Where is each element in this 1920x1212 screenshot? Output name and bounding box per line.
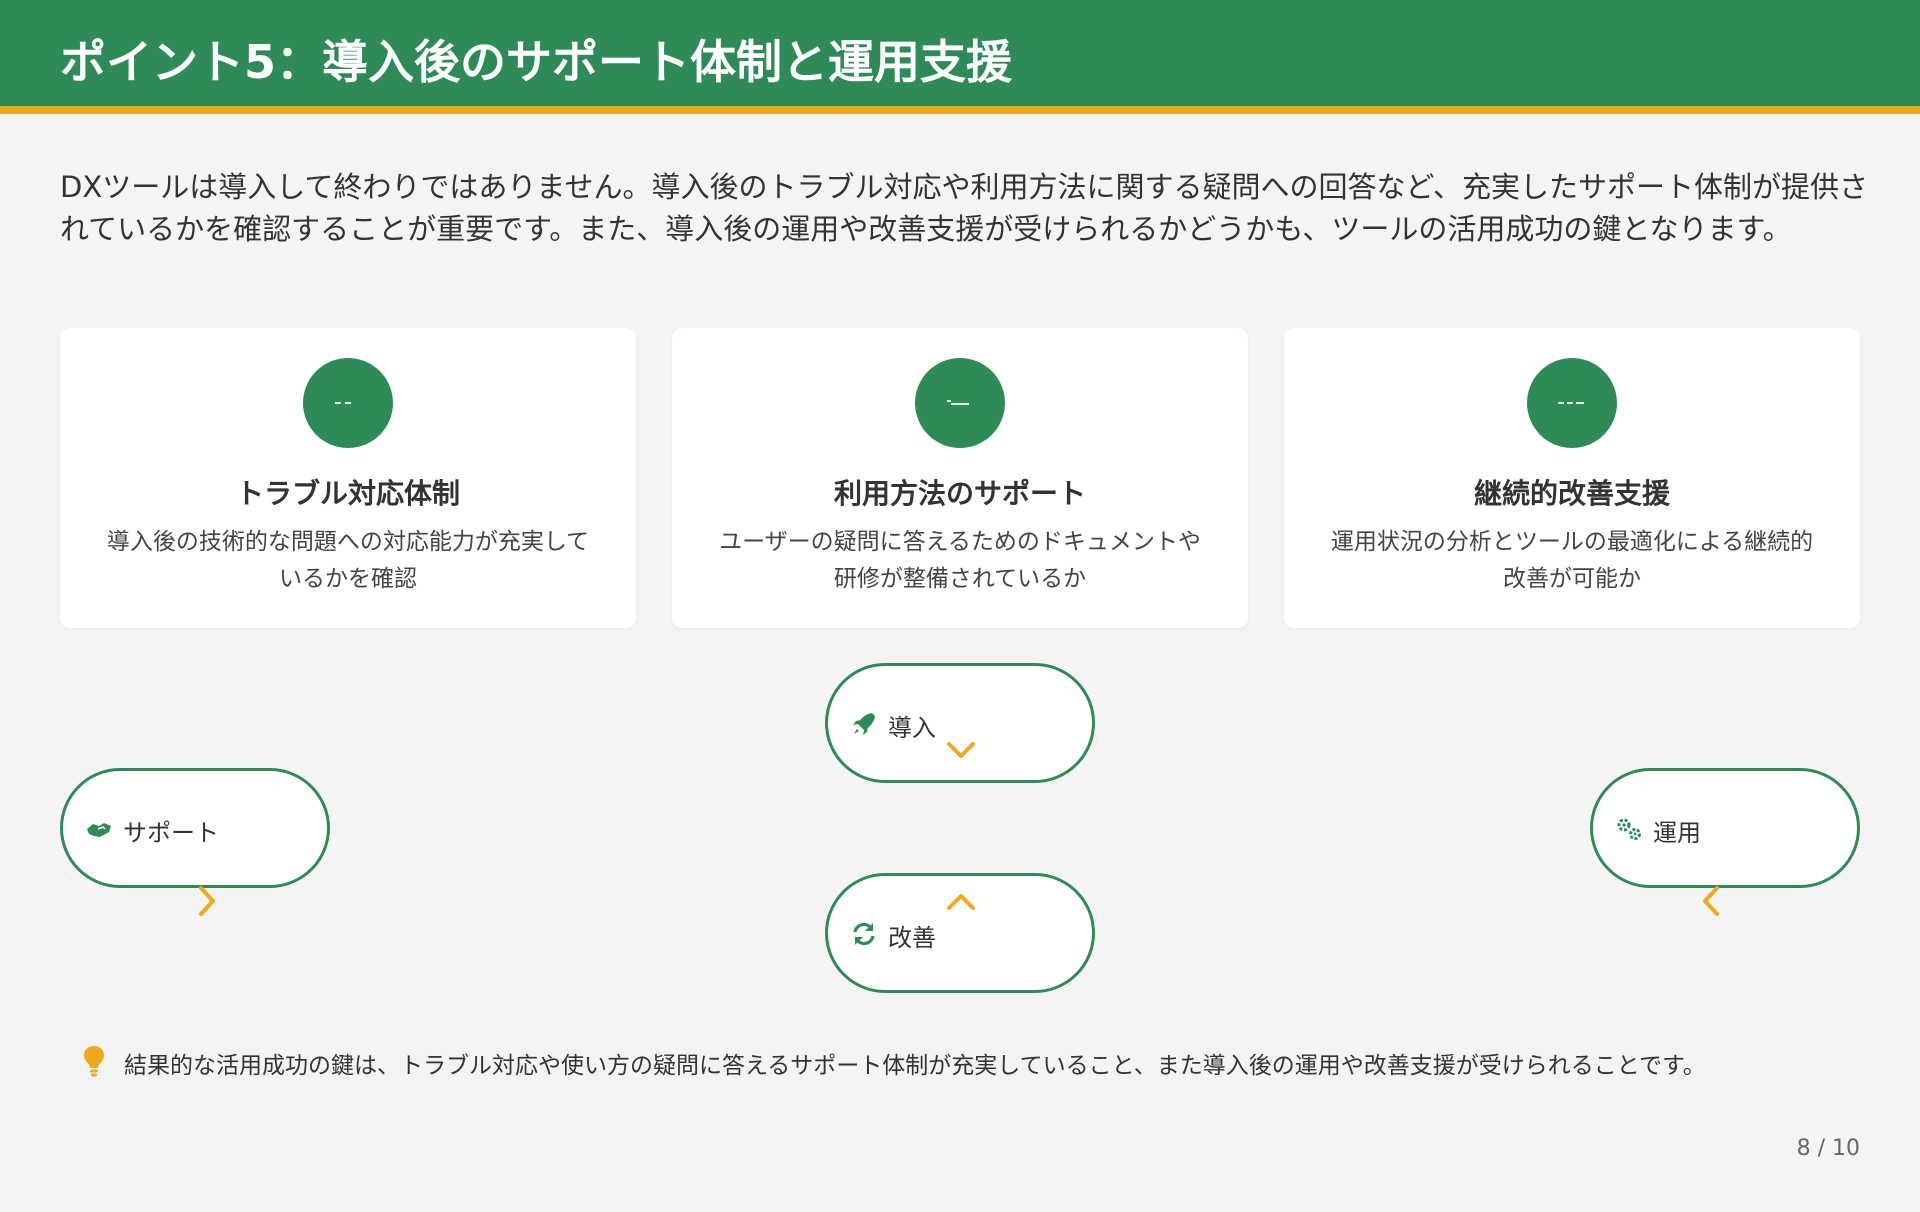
lightbulb-icon <box>84 1046 104 1077</box>
card-title: 利用方法のサポート <box>833 477 1086 510</box>
note-text: 結果的な活用成功の鍵は、トラブル対応や使い方の疑問に答えるサポート体制が充実して… <box>124 1053 1706 1079</box>
cycle-step-support: サポート <box>60 768 330 888</box>
slide-title: ポイント5：導入後のサポート体制と運用支援 <box>60 35 1013 89</box>
key-point-note: 結果的な活用成功の鍵は、トラブル対応や使い方の疑問に答えるサポート体制が充実して… <box>60 1014 1860 1110</box>
card-trouble-response: トラブル対応体制 導入後の技術的な問題への対応能力が充実しているかを確認 <box>60 328 636 628</box>
card-description: 運用状況の分析とツールの最適化による継続的改善が可能か <box>1330 529 1814 592</box>
cycle-step-operation: 運用 <box>1590 768 1860 888</box>
card-description: ユーザーの疑問に答えるためのドキュメントや研修が整備されているか <box>719 529 1201 592</box>
sync-icon <box>853 922 875 946</box>
chart-icon <box>1527 358 1617 448</box>
intro-paragraph: DXツールは導入して終わりではありません。導入後のトラブル対応や利用方法に関する… <box>60 170 1869 246</box>
page-number: 8 / 10 <box>1796 1136 1860 1161</box>
card-description: 導入後の技術的な問題への対応能力が充実しているかを確認 <box>106 529 590 592</box>
handshake-icon <box>87 823 111 837</box>
card-title: トラブル対応体制 <box>235 477 460 510</box>
rocket-icon <box>853 713 875 735</box>
cycle-step-intro: 導入 <box>825 663 1095 783</box>
slide-header: ポイント5：導入後のサポート体制と運用支援 <box>0 0 1920 114</box>
cycle-label: サポート <box>123 819 219 847</box>
chevron-down-icon <box>947 742 975 758</box>
support-icon <box>915 358 1005 448</box>
chevron-left-icon <box>1703 886 1719 916</box>
tools-icon <box>303 358 393 448</box>
card-continuous-improvement: 継続的改善支援 運用状況の分析とツールの最適化による継続的改善が可能か <box>1284 328 1860 628</box>
chevron-up-icon <box>947 894 975 910</box>
cycle-label: 運用 <box>1653 819 1701 847</box>
gears-icon <box>1617 818 1641 840</box>
cycle-label: 導入 <box>888 714 936 742</box>
card-title: 継続的改善支援 <box>1473 477 1670 510</box>
card-usage-support: 利用方法のサポート ユーザーの疑問に答えるためのドキュメントや研修が整備されてい… <box>672 328 1248 628</box>
cycle-label: 改善 <box>888 924 936 952</box>
chevron-right-icon <box>199 886 215 916</box>
